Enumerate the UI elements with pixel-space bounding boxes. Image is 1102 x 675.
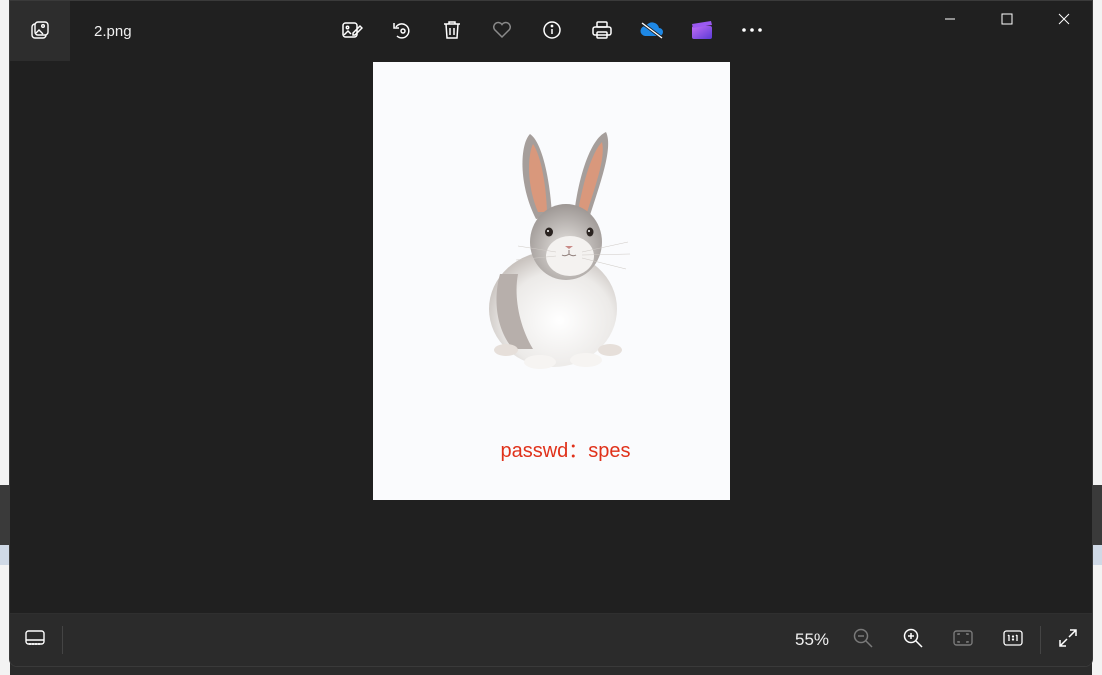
minimize-button[interactable] bbox=[921, 1, 978, 41]
maximize-button[interactable] bbox=[978, 1, 1035, 41]
window-controls bbox=[921, 1, 1092, 41]
clipchamp-icon bbox=[691, 19, 713, 46]
favorite-button[interactable] bbox=[485, 15, 519, 49]
maximize-icon bbox=[1001, 12, 1013, 30]
minimize-icon bbox=[944, 12, 956, 30]
zoom-in-icon bbox=[902, 627, 924, 654]
file-name: 2.png bbox=[94, 23, 132, 40]
expand-icon bbox=[1057, 627, 1079, 654]
filmstrip-button[interactable] bbox=[18, 623, 52, 657]
heart-icon bbox=[491, 19, 513, 46]
desktop-highlight-strip bbox=[1092, 545, 1102, 565]
title-bar[interactable]: 2.png bbox=[10, 1, 1092, 63]
info-icon bbox=[541, 19, 563, 46]
image-canvas[interactable]: passwd：spes bbox=[10, 62, 1092, 616]
photos-window: 2.png passwd：spes 55% bbox=[9, 0, 1093, 667]
filmstrip-icon bbox=[24, 627, 46, 654]
rabbit-image bbox=[489, 132, 631, 369]
info-button[interactable] bbox=[535, 15, 569, 49]
edit-image-button[interactable] bbox=[335, 15, 369, 49]
zoom-out-icon bbox=[852, 627, 874, 654]
zoom-level[interactable]: 55% bbox=[795, 630, 829, 650]
status-divider bbox=[1040, 626, 1041, 654]
close-button[interactable] bbox=[1035, 1, 1092, 41]
zoom-out-button[interactable] bbox=[846, 623, 880, 657]
more-button[interactable] bbox=[735, 15, 769, 49]
delete-button[interactable] bbox=[435, 15, 469, 49]
actual-size-button[interactable] bbox=[996, 623, 1030, 657]
photo-caption: passwd：spes bbox=[500, 440, 631, 462]
onedrive-button[interactable] bbox=[635, 15, 669, 49]
more-icon bbox=[741, 19, 763, 46]
rotate-button[interactable] bbox=[385, 15, 419, 49]
edit-image-icon bbox=[341, 19, 364, 46]
zoom-in-button[interactable] bbox=[896, 623, 930, 657]
fit-to-window-icon bbox=[952, 627, 974, 654]
status-bar: 55% bbox=[10, 613, 1092, 666]
delete-icon bbox=[441, 19, 463, 46]
print-icon bbox=[591, 19, 613, 46]
onedrive-off-icon bbox=[638, 19, 666, 46]
print-button[interactable] bbox=[585, 15, 619, 49]
actual-size-icon bbox=[1002, 627, 1024, 654]
photo: passwd：spes bbox=[373, 62, 730, 500]
desktop-background-right bbox=[1092, 0, 1102, 675]
close-icon bbox=[1058, 12, 1070, 30]
status-divider bbox=[62, 626, 63, 654]
clipchamp-button[interactable] bbox=[685, 15, 719, 49]
full-screen-button[interactable] bbox=[1051, 623, 1085, 657]
fit-to-window-button[interactable] bbox=[946, 623, 980, 657]
photos-app-icon[interactable] bbox=[10, 1, 70, 61]
desktop-panel bbox=[1092, 485, 1102, 545]
rotate-icon bbox=[391, 19, 413, 46]
toolbar bbox=[335, 15, 769, 49]
